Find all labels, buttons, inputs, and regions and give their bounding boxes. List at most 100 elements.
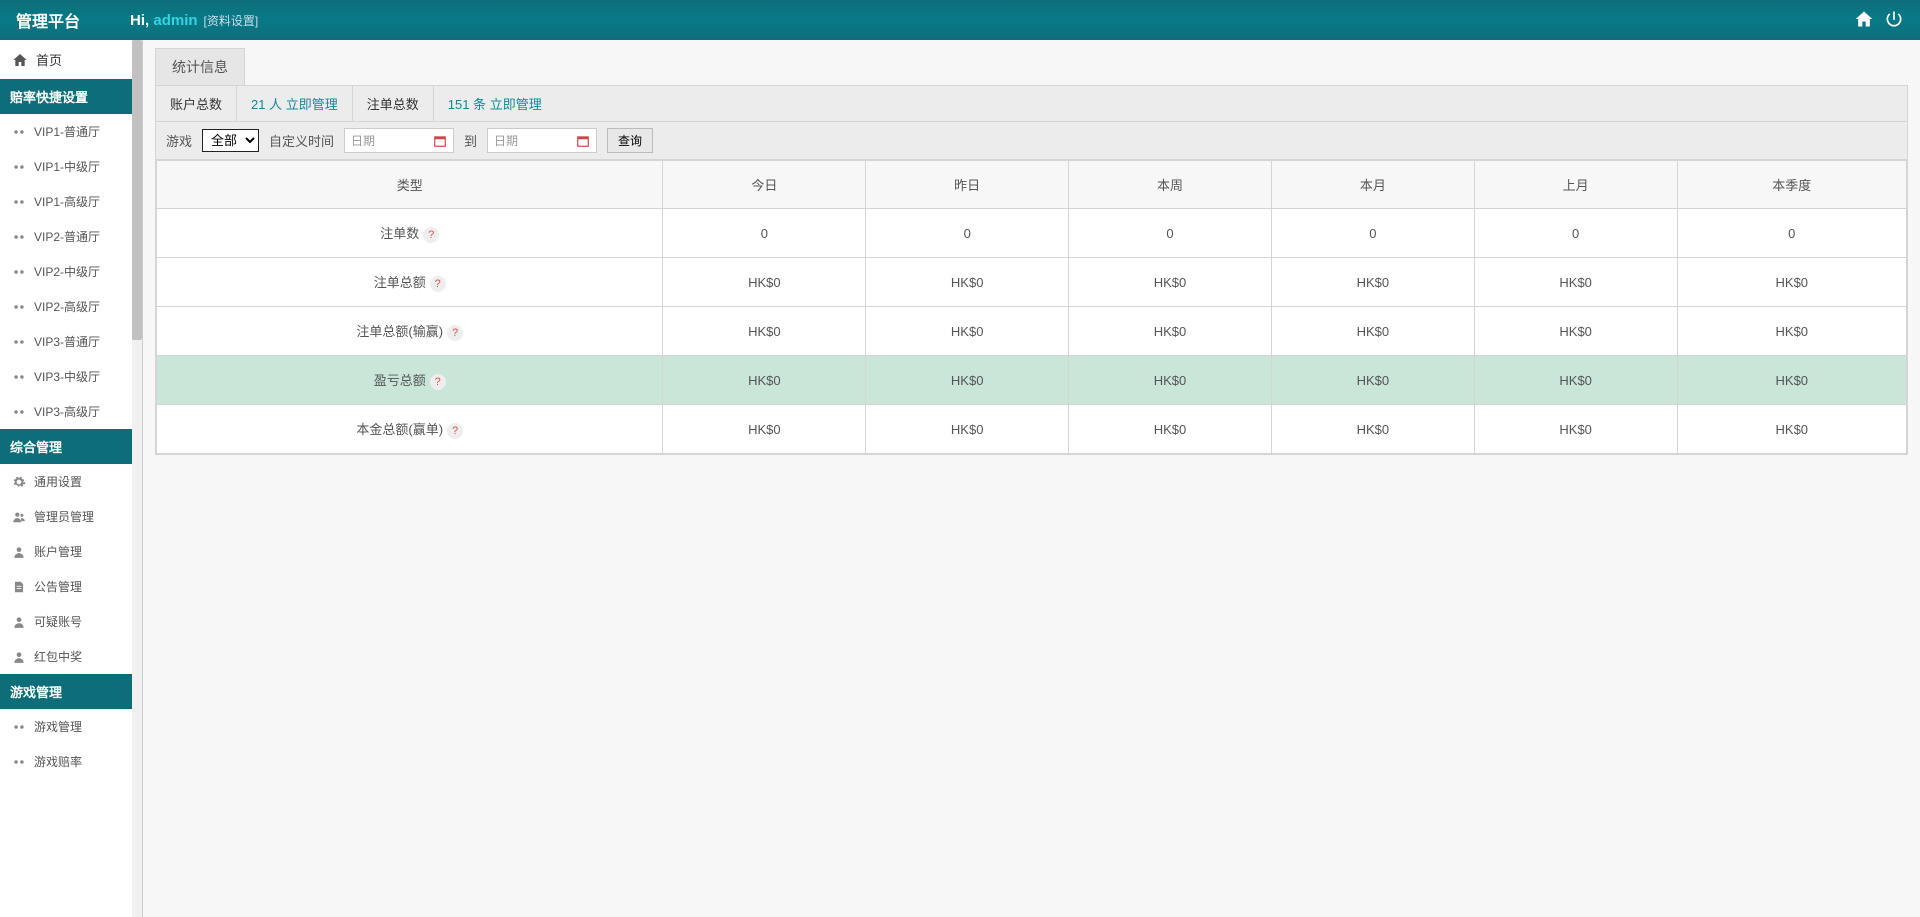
cell-0-3: 0 <box>1271 209 1474 258</box>
col-4: 本月 <box>1271 161 1474 209</box>
date-to-input[interactable]: 日期 <box>487 128 597 153</box>
cell-2-5: HK$0 <box>1677 307 1906 356</box>
sidebar-group-0: 赔率快捷设置 <box>0 79 133 114</box>
cell-0-4: 0 <box>1474 209 1677 258</box>
sidebar-item-0-0[interactable]: VIP1-普通厅 <box>0 114 133 149</box>
cell-3-1: HK$0 <box>866 356 1069 405</box>
row-label: 盈亏总额? <box>157 356 663 405</box>
cell-2-0: HK$0 <box>663 307 866 356</box>
sidebar-group-2: 游戏管理 <box>0 674 133 709</box>
sidebar-item-0-2[interactable]: VIP1-高级厅 <box>0 184 133 219</box>
stats-table: 类型今日昨日本周本月上月本季度 注单数?000000注单总额?HK$0HK$0H… <box>156 160 1907 454</box>
row-label: 注单总额? <box>157 258 663 307</box>
date-from-input[interactable]: 日期 <box>344 128 454 153</box>
account-total-value: 21 人 立即管理 <box>237 86 353 121</box>
cell-2-4: HK$0 <box>1474 307 1677 356</box>
cell-1-1: HK$0 <box>866 258 1069 307</box>
sidebar-item-1-0[interactable]: 通用设置 <box>0 464 133 499</box>
sidebar-item-1-3[interactable]: 公告管理 <box>0 569 133 604</box>
sidebar-item-1-1[interactable]: 管理员管理 <box>0 499 133 534</box>
admin-name[interactable]: admin <box>153 12 197 29</box>
calendar-icon <box>433 134 447 148</box>
cell-4-2: HK$0 <box>1069 405 1272 454</box>
bet-total-value: 151 条 立即管理 <box>434 86 556 121</box>
greeting: Hi, admin <box>130 12 198 29</box>
row-label: 本金总额(赢单)? <box>157 405 663 454</box>
tab-stats[interactable]: 统计信息 <box>155 48 245 85</box>
calendar-icon <box>576 134 590 148</box>
cell-3-2: HK$0 <box>1069 356 1272 405</box>
sidebar-item-2-0[interactable]: 游戏管理 <box>0 709 133 744</box>
cell-2-3: HK$0 <box>1271 307 1474 356</box>
sidebar-item-0-7[interactable]: VIP3-中级厅 <box>0 359 133 394</box>
sidebar: 首页赔率快捷设置VIP1-普通厅VIP1-中级厅VIP1-高级厅VIP2-普通厅… <box>0 40 143 917</box>
sidebar-item-0-6[interactable]: VIP3-普通厅 <box>0 324 133 359</box>
row-label: 注单总额(输赢)? <box>157 307 663 356</box>
cell-3-4: HK$0 <box>1474 356 1677 405</box>
sidebar-item-0-1[interactable]: VIP1-中级厅 <box>0 149 133 184</box>
home-icon[interactable] <box>1854 9 1874 32</box>
help-icon[interactable]: ? <box>447 325 463 341</box>
to-label: 到 <box>464 131 477 150</box>
sidebar-item-0-8[interactable]: VIP3-高级厅 <box>0 394 133 429</box>
col-1: 今日 <box>663 161 866 209</box>
table-row-4: 本金总额(赢单)?HK$0HK$0HK$0HK$0HK$0HK$0 <box>157 405 1907 454</box>
col-3: 本周 <box>1069 161 1272 209</box>
tab-bar: 统计信息 <box>155 48 1908 85</box>
cell-3-5: HK$0 <box>1677 356 1906 405</box>
cell-2-1: HK$0 <box>866 307 1069 356</box>
cell-4-3: HK$0 <box>1271 405 1474 454</box>
game-select[interactable]: 全部 <box>202 129 259 152</box>
cell-1-3: HK$0 <box>1271 258 1474 307</box>
sidebar-item-1-5[interactable]: 红包中奖 <box>0 639 133 674</box>
bet-manage-link[interactable]: 立即管理 <box>490 97 542 112</box>
cell-4-0: HK$0 <box>663 405 866 454</box>
table-row-1: 注单总额?HK$0HK$0HK$0HK$0HK$0HK$0 <box>157 258 1907 307</box>
table-row-3: 盈亏总额?HK$0HK$0HK$0HK$0HK$0HK$0 <box>157 356 1907 405</box>
row-label: 注单数? <box>157 209 663 258</box>
cell-3-3: HK$0 <box>1271 356 1474 405</box>
cell-3-0: HK$0 <box>663 356 866 405</box>
col-2: 昨日 <box>866 161 1069 209</box>
sidebar-home[interactable]: 首页 <box>0 40 133 79</box>
scrollbar-thumb[interactable] <box>132 40 142 340</box>
sidebar-item-0-3[interactable]: VIP2-普通厅 <box>0 219 133 254</box>
cell-0-5: 0 <box>1677 209 1906 258</box>
main-content: 统计信息 账户总数 21 人 立即管理 注单总数 151 条 立即管理 游戏 全… <box>143 40 1920 917</box>
query-button[interactable]: 查询 <box>607 128 653 153</box>
col-0: 类型 <box>157 161 663 209</box>
cell-2-2: HK$0 <box>1069 307 1272 356</box>
sidebar-item-0-5[interactable]: VIP2-高级厅 <box>0 289 133 324</box>
sidebar-group-1: 综合管理 <box>0 429 133 464</box>
help-icon[interactable]: ? <box>423 227 439 243</box>
filter-bar: 游戏 全部 自定义时间 日期 到 日期 查询 <box>156 122 1907 160</box>
cell-0-0: 0 <box>663 209 866 258</box>
profile-settings-link[interactable]: [资料设置] <box>204 12 259 29</box>
top-header: 管理平台 Hi, admin [资料设置] <box>0 0 1920 40</box>
cell-4-4: HK$0 <box>1474 405 1677 454</box>
cell-1-5: HK$0 <box>1677 258 1906 307</box>
sidebar-item-0-4[interactable]: VIP2-中级厅 <box>0 254 133 289</box>
table-row-2: 注单总额(输赢)?HK$0HK$0HK$0HK$0HK$0HK$0 <box>157 307 1907 356</box>
cell-0-2: 0 <box>1069 209 1272 258</box>
bet-total-label: 注单总数 <box>353 86 434 121</box>
summary-bar: 账户总数 21 人 立即管理 注单总数 151 条 立即管理 <box>156 86 1907 122</box>
cell-1-2: HK$0 <box>1069 258 1272 307</box>
sidebar-item-1-4[interactable]: 可疑账号 <box>0 604 133 639</box>
cell-1-0: HK$0 <box>663 258 866 307</box>
col-6: 本季度 <box>1677 161 1906 209</box>
help-icon[interactable]: ? <box>430 276 446 292</box>
sidebar-item-2-1[interactable]: 游戏赔率 <box>0 744 133 779</box>
cell-1-4: HK$0 <box>1474 258 1677 307</box>
col-5: 上月 <box>1474 161 1677 209</box>
scrollbar-track[interactable] <box>132 40 142 917</box>
app-title: 管理平台 <box>16 8 80 32</box>
cell-4-5: HK$0 <box>1677 405 1906 454</box>
sidebar-item-1-2[interactable]: 账户管理 <box>0 534 133 569</box>
help-icon[interactable]: ? <box>447 423 463 439</box>
cell-4-1: HK$0 <box>866 405 1069 454</box>
account-manage-link[interactable]: 立即管理 <box>286 97 338 112</box>
power-icon[interactable] <box>1884 9 1904 32</box>
help-icon[interactable]: ? <box>430 374 446 390</box>
table-row-0: 注单数?000000 <box>157 209 1907 258</box>
